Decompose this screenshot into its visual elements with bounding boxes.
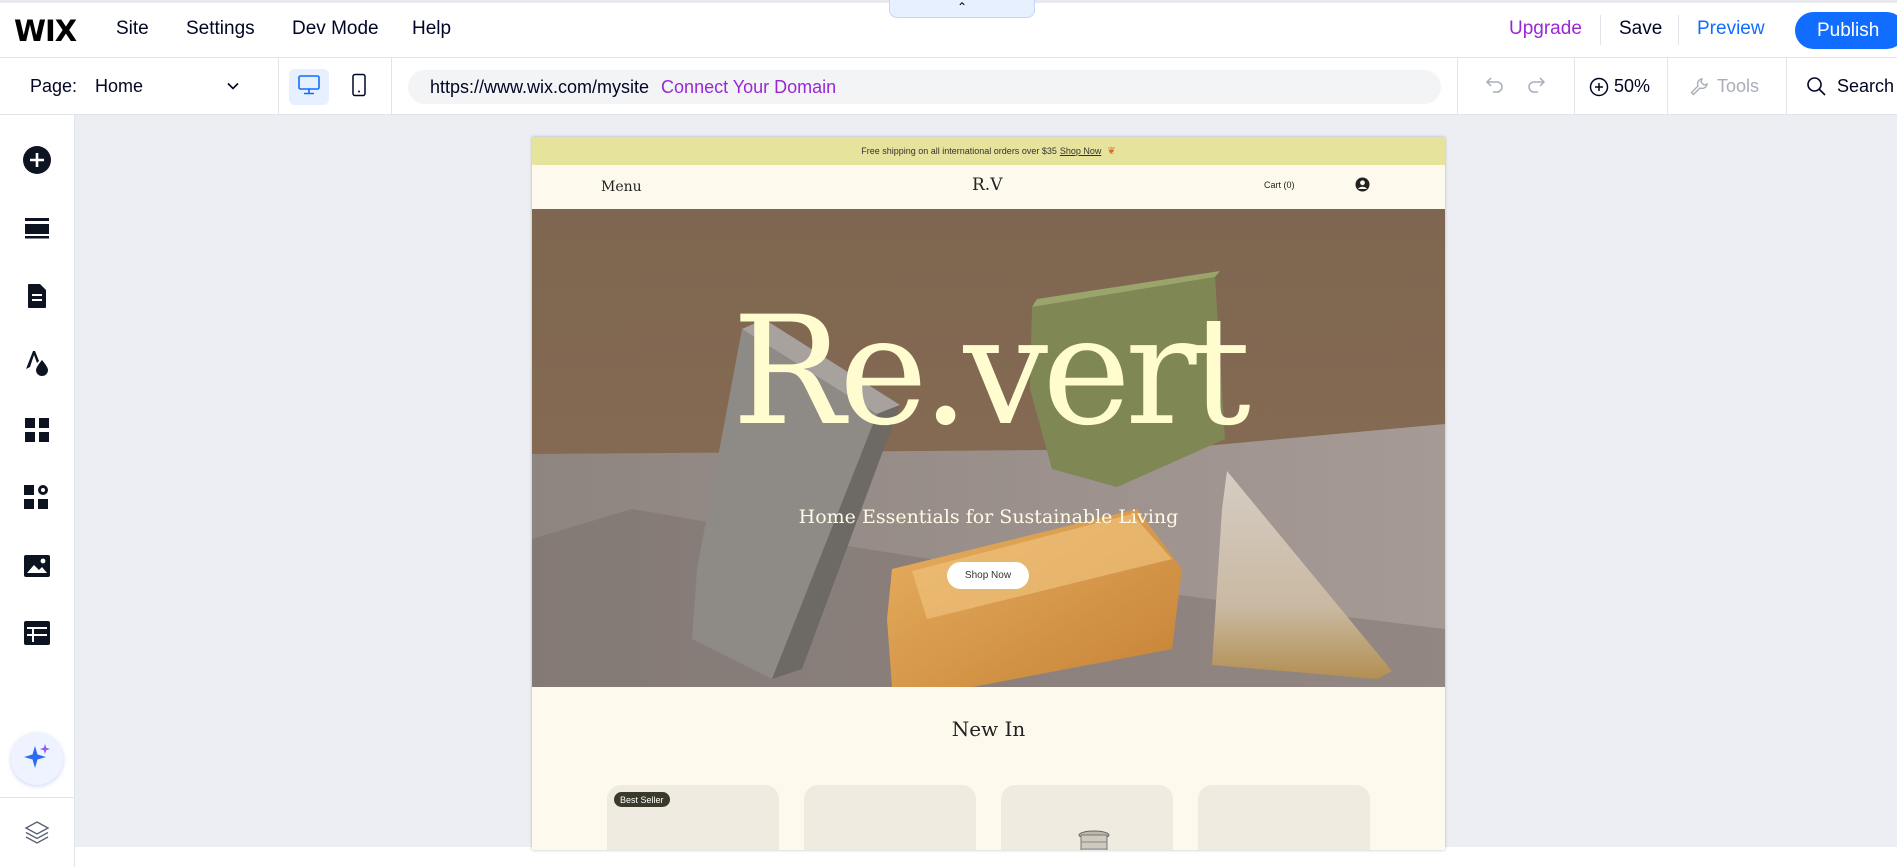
mobile-view-button[interactable] — [339, 69, 379, 105]
best-seller-badge: Best Seller — [614, 792, 670, 807]
divider — [391, 58, 392, 115]
divider — [1600, 15, 1601, 45]
page-label: Page: — [30, 76, 78, 96]
menu-site[interactable]: Site — [116, 0, 149, 58]
add-section-button[interactable] — [18, 211, 56, 249]
announcement-bar[interactable]: Free shipping on all international order… — [532, 137, 1445, 165]
save-button[interactable]: Save — [1619, 0, 1662, 58]
business-apps-icon — [23, 484, 51, 517]
search-button[interactable]: Search — [1806, 58, 1894, 115]
redo-icon — [1525, 74, 1547, 99]
cms-button[interactable] — [18, 616, 56, 654]
add-elements-button[interactable] — [18, 143, 56, 181]
tools-button[interactable]: Tools — [1689, 58, 1759, 115]
apps-icon — [24, 417, 50, 448]
divider — [1678, 15, 1679, 45]
announcement-shop-link[interactable]: Shop Now — [1060, 146, 1102, 156]
new-in-heading: New In — [951, 717, 1026, 741]
product-card[interactable] — [1198, 785, 1370, 850]
layers-button[interactable] — [18, 815, 56, 853]
publish-button[interactable]: Publish — [1795, 12, 1897, 49]
product-card[interactable] — [804, 785, 976, 850]
cart-link[interactable]: Cart (0) — [1264, 180, 1295, 190]
zoom-in-icon — [1589, 77, 1609, 97]
desktop-view-button[interactable] — [289, 69, 329, 105]
hero-shop-now-button[interactable]: Shop Now — [947, 562, 1029, 589]
mobile-icon — [351, 73, 367, 102]
product-card[interactable]: Best Seller — [607, 785, 779, 850]
layers-icon — [24, 819, 50, 850]
editor-canvas[interactable]: Free shipping on all international order… — [75, 115, 1897, 867]
menu-settings[interactable]: Settings — [186, 0, 255, 58]
connect-domain-link[interactable]: Connect Your Domain — [661, 77, 836, 98]
divider — [1786, 58, 1787, 115]
tools-label: Tools — [1717, 76, 1760, 96]
undo-button[interactable] — [1484, 58, 1506, 115]
redo-button[interactable] — [1525, 58, 1547, 115]
page-value: Home — [95, 76, 144, 96]
add-apps-button[interactable] — [18, 413, 56, 451]
divider — [1667, 58, 1668, 115]
page-toolbar: Page: Home https://www.wix.com/mysite Co… — [0, 58, 1897, 115]
collapse-toolbar-tab[interactable]: ⌃ — [889, 0, 1035, 18]
search-icon — [1806, 76, 1827, 97]
upgrade-link[interactable]: Upgrade — [1509, 0, 1582, 58]
site-menu-link[interactable]: Menu — [601, 179, 642, 195]
product-card[interactable] — [1001, 785, 1173, 850]
site-header: Menu R.V Cart (0) — [532, 165, 1445, 209]
canvas-footer-strip — [75, 847, 1897, 867]
business-apps-button[interactable] — [18, 481, 56, 519]
site-design-button[interactable] — [18, 345, 56, 383]
pages-icon — [25, 283, 49, 314]
account-icon[interactable] — [1355, 177, 1370, 197]
sidebar-divider — [0, 797, 75, 798]
site-preview[interactable]: Free shipping on all international order… — [532, 137, 1445, 850]
undo-icon — [1484, 74, 1506, 99]
search-label: Search — [1837, 76, 1895, 96]
chevron-up-icon: ⌃ — [956, 0, 968, 14]
divider — [278, 58, 279, 115]
wix-logo[interactable]: WIX — [14, 14, 77, 48]
preview-button[interactable]: Preview — [1697, 0, 1765, 58]
cms-icon — [23, 620, 51, 651]
zoom-button[interactable]: 50% — [1589, 58, 1650, 115]
leaf-icon: ❦ — [1107, 145, 1116, 157]
hero-title: Re.vert — [732, 285, 1251, 459]
menu-help[interactable]: Help — [412, 0, 451, 58]
theme-icon — [23, 348, 51, 381]
menu-dev-mode[interactable]: Dev Mode — [292, 0, 379, 58]
chevron-down-icon — [225, 78, 241, 99]
wrench-icon — [1689, 77, 1709, 97]
divider — [1457, 58, 1458, 115]
url-bar[interactable]: https://www.wix.com/mysite Connect Your … — [408, 70, 1441, 104]
desktop-icon — [297, 74, 321, 101]
zoom-level: 50% — [1614, 76, 1651, 96]
add-icon — [22, 145, 52, 180]
top-bar: WIX Site Settings Dev Mode Help ⌃ Upgrad… — [0, 0, 1897, 58]
site-brand-logo[interactable]: R.V — [972, 175, 1002, 195]
pages-menu-button[interactable] — [18, 279, 56, 317]
page-dropdown[interactable]: Home — [95, 58, 245, 115]
ai-assistant-icon — [22, 742, 52, 777]
hero-section[interactable]: Re.vert Home Essentials for Sustainable … — [532, 209, 1445, 687]
site-url[interactable]: https://www.wix.com/mysite — [430, 77, 649, 98]
sections-icon — [24, 217, 50, 244]
product-image-icon — [1075, 829, 1113, 850]
media-icon — [23, 554, 51, 583]
hero-subtitle: Home Essentials for Sustainable Living — [798, 506, 1179, 528]
divider — [1574, 58, 1575, 115]
left-sidebar — [0, 115, 75, 867]
ai-assistant-button[interactable] — [11, 733, 63, 785]
announcement-text: Free shipping on all international order… — [861, 146, 1057, 156]
media-button[interactable] — [18, 549, 56, 587]
